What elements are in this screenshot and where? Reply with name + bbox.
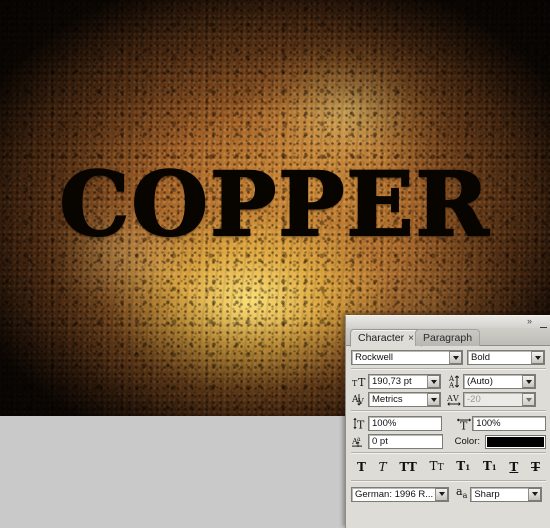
underline-button[interactable]: T bbox=[509, 460, 518, 474]
superscript-button[interactable]: T1 bbox=[456, 459, 470, 475]
collapse-to-icons-icon[interactable]: » bbox=[527, 317, 532, 326]
kerning-tracking-row: AV Metrics AV -20 bbox=[351, 392, 546, 407]
baseline-shift-input[interactable]: 0 pt bbox=[368, 434, 443, 449]
tracking-select[interactable]: -20 bbox=[463, 392, 536, 407]
chevron-down-icon[interactable] bbox=[427, 393, 440, 406]
chevron-down-icon[interactable] bbox=[522, 393, 535, 406]
tab-paragraph-label: Paragraph bbox=[423, 332, 473, 344]
chevron-down-icon[interactable] bbox=[528, 487, 542, 501]
chevron-down-icon[interactable] bbox=[435, 487, 448, 501]
svg-text:T: T bbox=[460, 420, 468, 431]
divider bbox=[351, 410, 546, 412]
tab-character-label: Character bbox=[358, 332, 405, 344]
panel-tab-row: Character × Paragraph bbox=[346, 328, 550, 347]
font-size-value: 190,73 pt bbox=[372, 376, 412, 387]
divider bbox=[351, 452, 546, 454]
horizontal-scale-value: 100% bbox=[476, 418, 501, 429]
chevron-down-icon[interactable] bbox=[522, 375, 535, 388]
anti-alias-icon: aa bbox=[456, 485, 468, 501]
chevron-down-icon[interactable] bbox=[427, 375, 440, 388]
leading-value: (Auto) bbox=[467, 376, 493, 387]
font-style-value: Bold bbox=[471, 352, 491, 363]
svg-text:T: T bbox=[358, 376, 366, 388]
tracking-value: -20 bbox=[467, 394, 481, 405]
font-family-value: Rockwell bbox=[355, 352, 394, 363]
language-antialias-row: German: 1996 R... aa Sharp bbox=[351, 485, 546, 502]
all-caps-button[interactable]: TT bbox=[399, 460, 416, 474]
svg-text:V: V bbox=[452, 394, 459, 403]
anti-alias-select[interactable]: Sharp bbox=[470, 486, 543, 502]
font-style-select[interactable]: Bold bbox=[467, 350, 545, 365]
kerning-icon: AV bbox=[351, 393, 368, 406]
photoshop-workspace: COPPER » Character × Paragraph Rockwell … bbox=[0, 0, 550, 528]
strikethrough-button[interactable]: T bbox=[531, 460, 540, 474]
kerning-select[interactable]: Metrics bbox=[368, 392, 441, 407]
panel-title-bar[interactable]: » bbox=[346, 316, 550, 335]
vertical-scale-value: 100% bbox=[372, 418, 397, 429]
svg-text:A: A bbox=[448, 382, 455, 389]
tracking-icon: AV bbox=[446, 393, 463, 406]
vertical-scale-icon: T bbox=[351, 417, 368, 430]
leading-select[interactable]: (Auto) bbox=[463, 374, 536, 389]
faux-italic-button[interactable]: T bbox=[379, 460, 387, 474]
divider bbox=[351, 480, 546, 482]
font-size-select[interactable]: 190,73 pt bbox=[368, 374, 441, 389]
font-size-icon: TT bbox=[351, 375, 368, 388]
anti-alias-value: Sharp bbox=[474, 488, 500, 500]
type-style-buttons: T T TT TT T1 T1 T T bbox=[351, 458, 546, 477]
tab-character-close-icon[interactable]: × bbox=[408, 333, 414, 344]
size-leading-row: TT 190,73 pt AA (Auto) bbox=[351, 374, 546, 389]
faux-bold-button[interactable]: T bbox=[357, 460, 366, 474]
divider bbox=[351, 368, 546, 370]
language-value: German: 1996 R... bbox=[355, 488, 434, 500]
subscript-button[interactable]: T1 bbox=[483, 459, 497, 475]
tab-paragraph[interactable]: Paragraph bbox=[415, 329, 481, 346]
baseline-shift-icon: Aa bbox=[351, 435, 368, 448]
chevron-down-icon[interactable] bbox=[449, 351, 462, 364]
kerning-value: Metrics bbox=[372, 394, 403, 405]
chevron-down-icon[interactable] bbox=[531, 351, 544, 364]
svg-text:T: T bbox=[357, 419, 365, 431]
character-panel: » Character × Paragraph Rockwell Bold T … bbox=[345, 315, 550, 528]
baseline-shift-value: 0 pt bbox=[372, 436, 388, 447]
tab-character[interactable]: Character × bbox=[350, 329, 422, 347]
language-select[interactable]: German: 1996 R... bbox=[351, 486, 449, 502]
vertical-scale-input[interactable]: 100% bbox=[368, 416, 442, 431]
baseline-color-row: Aa 0 pt Color: bbox=[351, 434, 546, 449]
horizontal-scale-input[interactable]: 100% bbox=[472, 416, 546, 431]
scale-row: T 100% T 100% bbox=[351, 416, 546, 431]
font-family-select[interactable]: Rockwell bbox=[351, 350, 463, 365]
text-color-swatch[interactable] bbox=[484, 434, 546, 449]
leading-icon: AA bbox=[446, 375, 463, 388]
artwork-text-layer[interactable]: COPPER bbox=[0, 159, 550, 249]
color-label: Color: bbox=[454, 436, 480, 447]
horizontal-scale-icon: T bbox=[455, 417, 472, 430]
character-panel-body: Rockwell Bold TT 190,73 pt A A (Auto) A … bbox=[346, 346, 550, 528]
font-row: Rockwell Bold bbox=[351, 350, 546, 365]
small-caps-button[interactable]: TT bbox=[430, 459, 444, 475]
